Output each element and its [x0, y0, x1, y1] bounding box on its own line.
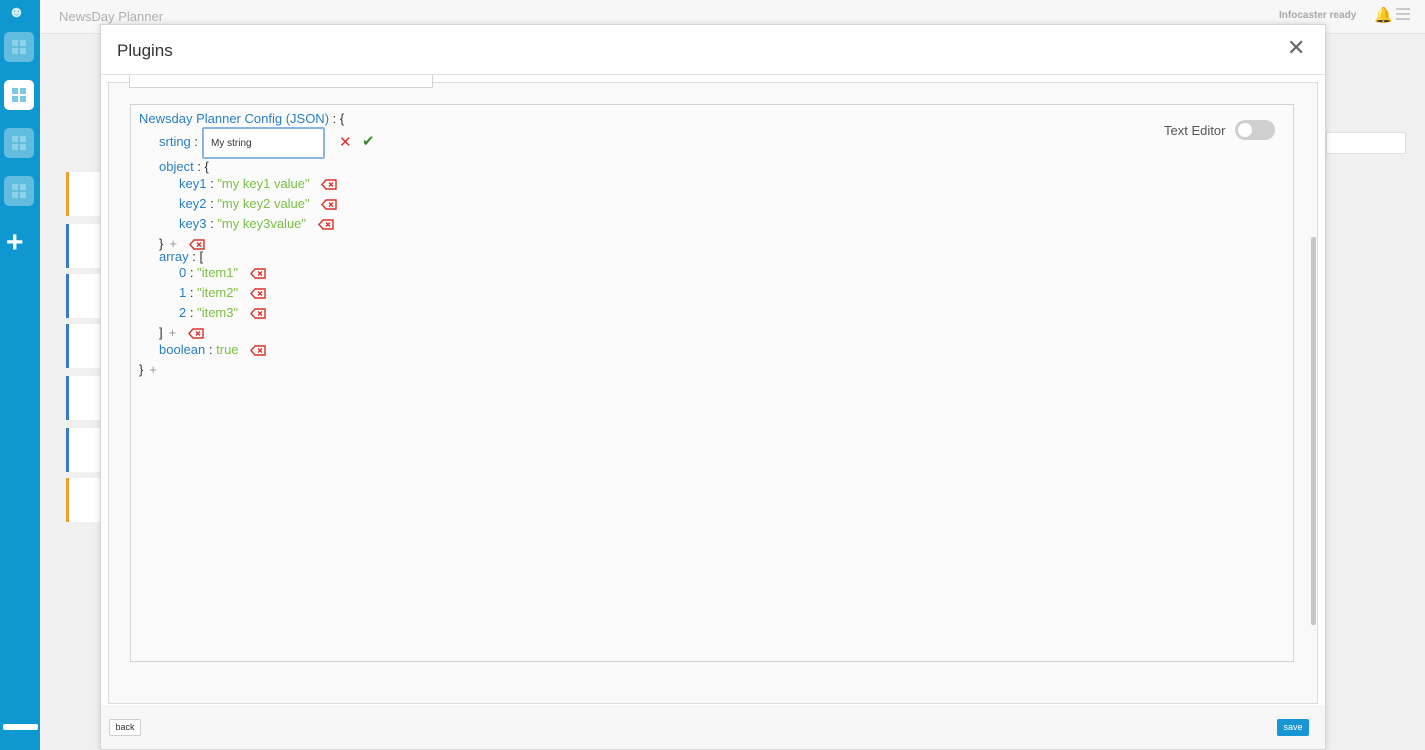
bell-icon[interactable]: 🔔 — [1374, 6, 1393, 24]
object-item-value[interactable]: "my key1 value" — [217, 176, 309, 191]
json-row-boolean: boolean : true — [159, 341, 266, 359]
object-item-key[interactable]: key2 — [179, 196, 206, 211]
json-root: Newsday Planner Config (JSON) : { — [139, 111, 345, 126]
back-button[interactable]: back — [109, 719, 141, 736]
app-sidebar: ☻ + — [0, 0, 40, 750]
close-icon[interactable]: ✕ — [1287, 37, 1305, 59]
object-item-key[interactable]: key3 — [179, 216, 206, 231]
json-row-object-item: key2 : "my key2 value" — [179, 195, 337, 213]
modal-footer — [101, 705, 1325, 749]
string-key[interactable]: srting — [159, 134, 191, 149]
object-item-key[interactable]: key1 — [179, 176, 206, 191]
modal-header: Plugins ✕ — [101, 25, 1325, 75]
array-item-value[interactable]: "item3" — [197, 305, 238, 320]
grid-icon — [12, 184, 26, 198]
users-icon[interactable]: ☻ — [8, 4, 25, 22]
boolean-key[interactable]: boolean — [159, 342, 205, 357]
grid-icon — [12, 40, 26, 54]
object-key[interactable]: object — [159, 159, 194, 174]
array-key[interactable]: array — [159, 249, 189, 264]
delete-icon[interactable] — [249, 308, 266, 319]
cancel-edit-icon[interactable]: ✕ — [339, 133, 352, 151]
plugin-select[interactable] — [129, 75, 433, 88]
add-icon[interactable]: + — [149, 362, 157, 377]
boolean-value[interactable]: true — [216, 342, 238, 357]
string-value-input[interactable] — [202, 127, 325, 159]
json-row-object-item: key3 : "my key3value" — [179, 215, 334, 233]
text-editor-label: Text Editor — [1164, 123, 1226, 138]
object-item-value[interactable]: "my key2 value" — [217, 196, 309, 211]
json-root-close: } + — [139, 362, 157, 377]
delete-icon[interactable] — [321, 199, 337, 210]
delete-icon[interactable] — [187, 328, 204, 339]
modal-body: Text Editor Newsday Planner Config (JSON… — [108, 75, 1318, 704]
json-row-object-item: key1 : "my key1 value" — [179, 175, 337, 193]
sidebar-footer-bar — [3, 724, 38, 730]
sidebar-item-2[interactable] — [4, 80, 34, 110]
confirm-edit-icon[interactable]: ✔ — [362, 132, 375, 150]
delete-icon[interactable] — [321, 179, 337, 190]
json-row-array-item: 0 : "item1" — [179, 264, 266, 282]
text-editor-toggle[interactable] — [1235, 120, 1275, 140]
json-array-close: ] + — [159, 324, 204, 342]
grid-icon — [12, 136, 26, 150]
background-field — [1326, 132, 1406, 154]
modal-title: Plugins — [117, 41, 173, 60]
delete-icon[interactable] — [317, 219, 334, 230]
menu-icon[interactable] — [1396, 8, 1410, 23]
json-editor: Text Editor Newsday Planner Config (JSON… — [130, 104, 1294, 662]
infocaster-status: Infocaster ready — [1279, 10, 1357, 21]
plugins-modal: Plugins ✕ Text Editor Newsday Planner Co… — [100, 24, 1326, 750]
add-icon[interactable]: + — [6, 228, 24, 258]
object-item-value[interactable]: "my key3value" — [217, 216, 306, 231]
grid-icon — [12, 88, 26, 102]
app-title: NewsDay Planner — [59, 9, 164, 24]
json-row-object: object : { — [159, 159, 209, 174]
array-item-value[interactable]: "item1" — [197, 265, 238, 280]
json-row-array-item: 2 : "item3" — [179, 304, 266, 322]
delete-icon[interactable] — [250, 345, 266, 356]
sidebar-item-3[interactable] — [4, 128, 34, 158]
root-key[interactable]: Newsday Planner Config (JSON) — [139, 111, 329, 126]
delete-icon[interactable] — [249, 288, 266, 299]
array-item-value[interactable]: "item2" — [197, 285, 238, 300]
delete-icon[interactable] — [249, 268, 266, 279]
add-icon[interactable]: + — [169, 325, 177, 340]
save-button[interactable]: save — [1277, 719, 1309, 736]
json-row-string: srting : — [159, 134, 199, 149]
scrollbar[interactable] — [1311, 237, 1316, 625]
sidebar-item-1[interactable] — [4, 32, 34, 62]
sidebar-item-4[interactable] — [4, 176, 34, 206]
json-row-array-item: 1 : "item2" — [179, 284, 266, 302]
